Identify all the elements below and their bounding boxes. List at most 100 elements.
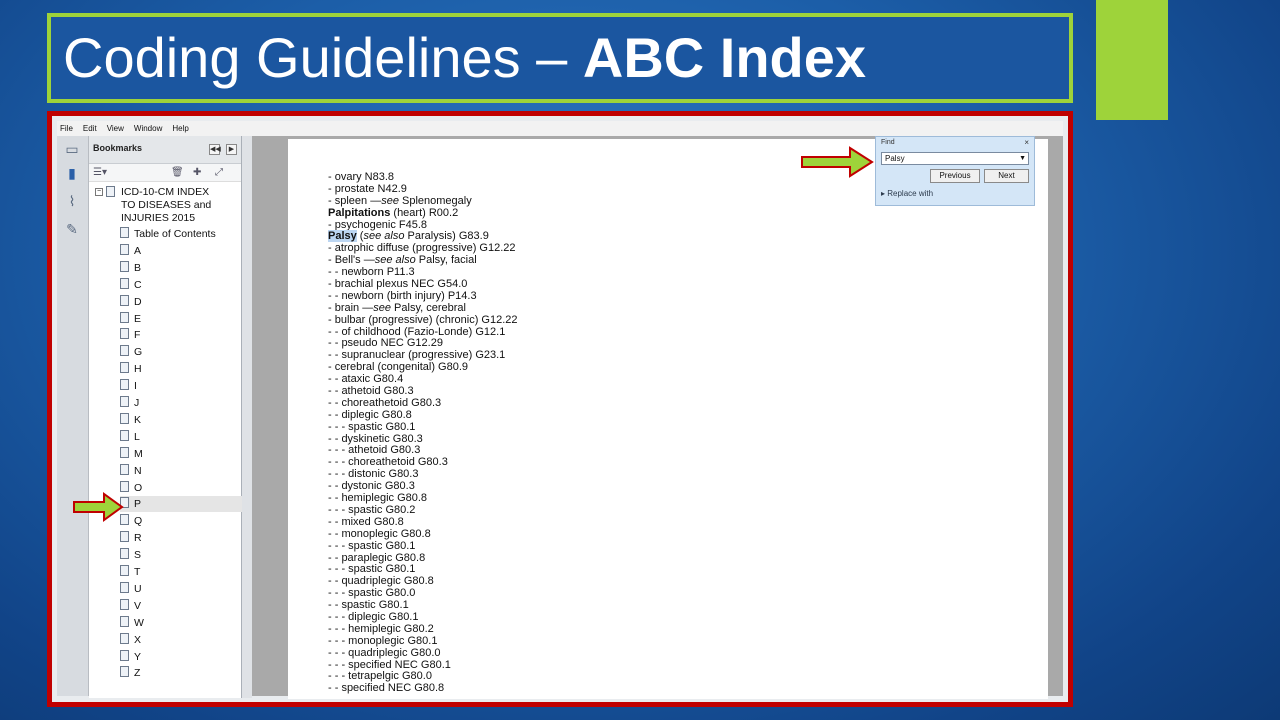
bookmark-item-label: S (134, 549, 142, 562)
bookmark-item-label: O (134, 481, 143, 494)
index-entry-text: - Bell's — (328, 254, 375, 267)
index-entry-text: - - specified NEC G80.8 (328, 682, 445, 695)
bookmark-item-label: H (134, 363, 142, 376)
index-entry-text: - brachial plexus NEC G54.0 (328, 278, 468, 291)
bookmark-item[interactable]: Y (120, 649, 242, 665)
index-entry-text: - - diplegic G80.8 (328, 408, 412, 421)
replace-with-toggle[interactable]: ▸ Replace with (881, 189, 933, 198)
bookmark-item[interactable]: F (120, 327, 242, 343)
bookmark-item[interactable]: O (120, 480, 242, 496)
arrow-to-bookmark-p-icon (73, 492, 124, 522)
index-entry-text: - - - tetrapelgic G80.0 (328, 670, 432, 683)
panel-splitter[interactable] (242, 136, 252, 698)
bookmark-item[interactable]: E (120, 311, 242, 327)
bookmark-item-label: P (134, 498, 142, 511)
left-toolbar: ▭ ▮ ⌇ ✎ (57, 136, 89, 696)
bookmark-item[interactable]: D (120, 294, 242, 310)
menu-item-view[interactable]: View (107, 124, 124, 133)
bookmark-item[interactable]: X (120, 632, 242, 648)
bookmark-item[interactable]: J (120, 395, 242, 411)
new-bookmark-icon[interactable]: ✚ (193, 167, 201, 178)
bookmark-item[interactable]: G (120, 344, 242, 360)
close-icon[interactable]: × (1024, 138, 1029, 147)
index-entry-text: - - ataxic G80.4 (328, 373, 404, 386)
arrow-to-find-icon (801, 146, 874, 178)
bookmark-page-icon (120, 548, 129, 560)
bookmark-item-label: I (134, 380, 137, 393)
index-entry-text: - - - spastic G80.0 (328, 587, 416, 600)
index-entry-text: - atrophic diffuse (progressive) G12.22 (328, 242, 516, 255)
bookmark-item[interactable]: L (120, 429, 242, 445)
bookmark-item[interactable]: I (120, 378, 242, 394)
menu-item-edit[interactable]: Edit (83, 124, 97, 133)
bookmark-item[interactable]: V (120, 598, 242, 614)
index-entry-text: see (381, 194, 399, 207)
bookmark-root[interactable]: − ICD-10-CM INDEX TO DISEASES and INJURIES… (95, 186, 211, 224)
index-entry-text: - - athetoid G80.3 (328, 385, 414, 398)
bookmark-item[interactable]: Q (120, 513, 242, 529)
bookmark-item-label: Q (134, 515, 143, 528)
bookmark-page-icon (120, 396, 129, 407)
bookmark-page-icon (120, 328, 129, 340)
previous-button[interactable]: Previous (930, 169, 980, 183)
index-entry: - - specified NEC G80.8 (328, 682, 518, 695)
bookmark-item[interactable]: B (120, 260, 242, 276)
signature-icon[interactable]: ✎ (62, 220, 82, 238)
menu-item-window[interactable]: Window (134, 124, 162, 133)
collapse-left-icon[interactable]: ◀◀ (209, 144, 221, 155)
bookmark-page-icon (120, 480, 129, 492)
bookmark-item[interactable]: C (120, 277, 242, 293)
menu-item-help[interactable]: Help (172, 124, 188, 133)
index-entry-text: - - - hemiplegic G80.2 (328, 622, 434, 635)
bookmark-page-icon (120, 260, 129, 272)
bookmark-item[interactable]: R (120, 530, 242, 546)
menu-bar: File Edit View Window Help (57, 121, 1063, 136)
bookmark-item[interactable]: K (120, 412, 242, 428)
bookmark-item-label: Y (134, 650, 142, 663)
index-entry-text: - - - quadriplegic G80.0 (328, 646, 441, 659)
index-entry-text: - brain — (328, 301, 374, 314)
bookmark-root-line: ICD-10-CM INDEX (121, 186, 210, 198)
bookmark-page-icon (120, 463, 129, 475)
bookmark-item[interactable]: M (120, 446, 242, 462)
find-panel: Find × Palsy ▼ Previous Next ▸ Replace wi… (875, 136, 1035, 206)
bookmark-item[interactable]: Table of Contents (120, 226, 242, 242)
bookmark-item-label: Table of Contents (134, 228, 216, 240)
bookmark-item[interactable]: U (120, 581, 242, 597)
chevron-down-icon[interactable]: ▼ (1019, 153, 1026, 164)
index-entry-text: - - mixed G80.8 (328, 515, 404, 528)
next-button[interactable]: Next (984, 169, 1029, 183)
collapse-icon[interactable]: − (95, 188, 103, 196)
bookmarks-panel: Bookmarks ◀◀ ▶ ☰▾ 🗑 ✚ ⤢ − ICD-10-CM INDE… (89, 136, 242, 698)
bookmark-item[interactable]: N (120, 463, 242, 479)
bookmark-item-label: T (134, 566, 141, 578)
bookmark-item[interactable]: Z (120, 665, 242, 681)
bookmark-page-icon (120, 379, 129, 391)
bookmark-page-icon (120, 243, 129, 255)
bookmark-page-icon (120, 581, 129, 593)
attachment-icon[interactable]: ⌇ (62, 192, 82, 210)
delete-icon[interactable]: 🗑 (171, 167, 184, 178)
index-entry-text: - - newborn (birth injury) P14.3 (328, 289, 477, 302)
title-box: Coding Guidelines – ABC Index (47, 13, 1073, 103)
bookmark-item[interactable]: H (120, 361, 242, 377)
options-menu-icon[interactable]: ☰▾ (93, 167, 107, 178)
find-input[interactable]: Palsy ▼ (881, 152, 1029, 165)
index-entry-text: - - - spastic G80.1 (328, 420, 416, 433)
pages-icon[interactable]: ▭ (62, 140, 82, 158)
menu-item-file[interactable]: File (60, 124, 73, 133)
index-entry-text: Paralysis) G83.9 (404, 230, 489, 243)
bookmark-item[interactable]: P (120, 496, 242, 513)
find-label: Find (881, 139, 895, 146)
bookmark-item-label: M (134, 447, 143, 460)
index-entry-text: - - dyskinetic G80.3 (328, 432, 423, 445)
bookmark-item[interactable]: T (120, 564, 242, 580)
bookmark-item[interactable]: A (120, 243, 242, 259)
bookmark-item[interactable]: W (120, 615, 242, 631)
bookmark-item[interactable]: S (120, 547, 242, 563)
index-entry-text: - - supranuclear (progressive) G23.1 (328, 349, 506, 362)
bookmark-icon[interactable]: ▮ (62, 164, 82, 182)
expand-bookmark-icon[interactable]: ⤢ (215, 167, 223, 178)
index-entry-text: Palpitations (328, 206, 391, 219)
expand-right-icon[interactable]: ▶ (226, 144, 237, 155)
